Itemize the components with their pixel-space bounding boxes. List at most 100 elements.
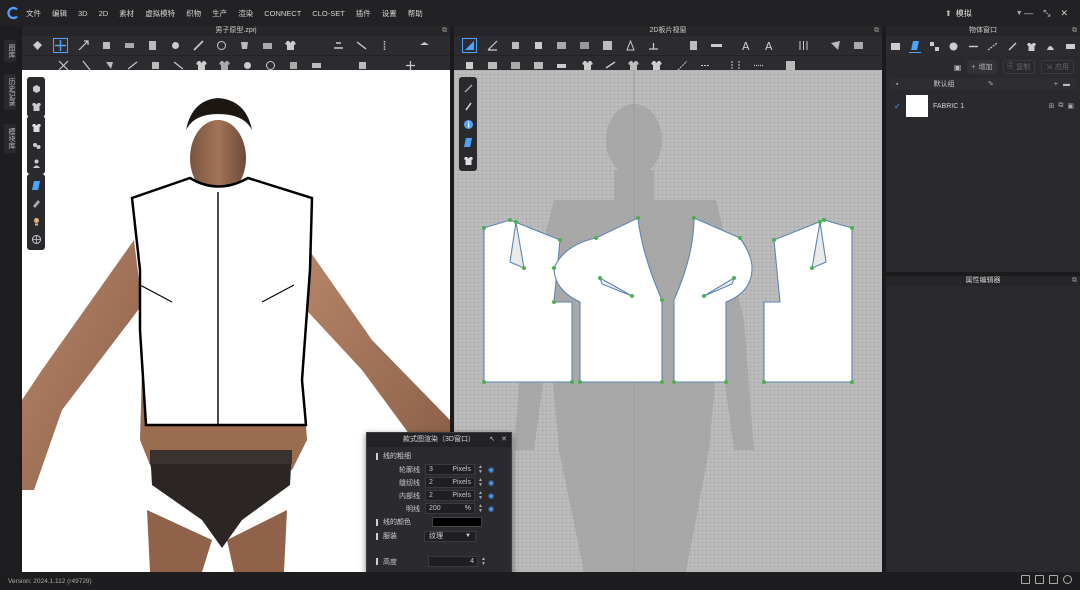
transform-tool-icon[interactable] (77, 39, 90, 52)
ruler-icon[interactable] (710, 39, 723, 52)
menu-file[interactable]: 文件 (26, 8, 41, 19)
text-tool-2-icon[interactable]: A (763, 39, 776, 52)
maximize-icon[interactable]: ⧉ (1072, 26, 1077, 36)
tab-history[interactable]: 历史记录 (4, 74, 16, 110)
button-tab-icon[interactable] (948, 39, 959, 53)
garment-2d-icon[interactable] (459, 151, 477, 169)
topstitch-input[interactable]: 200 % (425, 503, 475, 514)
trace-icon[interactable] (687, 39, 700, 52)
fabric-2d-icon[interactable] (459, 133, 477, 151)
graphic-tab-icon[interactable] (929, 39, 940, 53)
dialog-title-bar[interactable]: 款式图渲染（3D窗口） ↖ ✕ (367, 433, 511, 447)
globe-icon[interactable] (27, 230, 45, 248)
shirt-tool-icon[interactable] (284, 39, 297, 52)
garment-select[interactable]: 纹理 ▼ (424, 530, 476, 542)
add-group-icon[interactable]: + (1054, 81, 1058, 88)
minimize-icon[interactable]: — (1024, 8, 1033, 18)
scene-icon[interactable] (890, 39, 901, 53)
2d-transform-icon[interactable] (462, 38, 477, 53)
edit-point-icon[interactable] (486, 39, 499, 52)
brush-icon[interactable] (459, 97, 477, 115)
stepper-icon[interactable]: ▲ ▼ (478, 490, 483, 501)
text-tool-icon[interactable]: A (740, 39, 753, 52)
2d-view-icon[interactable] (1035, 575, 1044, 584)
menu-fabric[interactable]: 织物 (186, 8, 201, 19)
pen-icon[interactable] (459, 79, 477, 97)
menu-2d[interactable]: 2D (99, 9, 109, 18)
eye-icon[interactable]: ◉ (488, 505, 494, 513)
graphic-2d-icon[interactable] (829, 39, 842, 52)
dart-icon[interactable] (624, 39, 637, 52)
topstitch-tab-icon[interactable] (968, 39, 979, 53)
zipper-tool-icon[interactable] (378, 39, 391, 52)
info-icon[interactable] (459, 115, 477, 133)
notch-icon[interactable] (647, 39, 660, 52)
layout-icon[interactable] (1021, 575, 1030, 584)
3d-view-icon[interactable] (1049, 575, 1058, 584)
tab-library[interactable]: 图库 (4, 40, 16, 62)
move-tool-icon[interactable] (53, 38, 68, 53)
hanger-tool-icon[interactable] (418, 39, 431, 52)
select-mesh-tool-icon[interactable] (31, 39, 44, 52)
garment-fit-icon[interactable] (238, 39, 251, 52)
fabric-group-header[interactable]: ▪ 默认组 ✎ + ▬ (890, 78, 1076, 90)
eraser-icon[interactable] (27, 194, 45, 212)
stepper-icon[interactable]: ▲ ▼ (481, 556, 486, 567)
menu-clo-set[interactable]: CLO-SET (312, 9, 345, 18)
trim-tab-icon[interactable] (1026, 39, 1037, 53)
light-icon[interactable] (27, 212, 45, 230)
outline-input[interactable]: 3 Pixels (425, 464, 475, 475)
tab-modules[interactable]: 模块库 (4, 124, 16, 153)
menu-avatar[interactable]: 虚拟模特 (145, 8, 175, 19)
menu-edit[interactable]: 编辑 (52, 8, 67, 19)
show-avatar-icon[interactable] (27, 154, 45, 172)
folder-add-icon[interactable]: ▬ (1063, 81, 1070, 88)
menu-plugins[interactable]: 插件 (356, 8, 371, 19)
fabric-tab-icon[interactable] (909, 39, 921, 53)
eye-icon[interactable]: ◉ (488, 466, 494, 474)
refresh-icon[interactable] (1063, 575, 1072, 584)
pin-tool-icon[interactable] (169, 39, 182, 52)
fold-tool-icon[interactable] (100, 39, 113, 52)
pencil-icon[interactable]: ✎ (988, 80, 994, 88)
fabric-render-icon[interactable] (27, 176, 45, 194)
puckering-tab-icon[interactable] (1045, 39, 1056, 53)
close-icon[interactable]: ✕ (1060, 8, 1068, 19)
rectangle-icon[interactable] (555, 39, 568, 52)
edit-curvature-icon[interactable] (509, 39, 522, 52)
folder-icon[interactable]: ▣ (954, 63, 962, 72)
tack-tool-icon[interactable] (123, 39, 136, 52)
layer-tool-icon[interactable] (332, 39, 345, 52)
seamline-input[interactable]: 2 Pixels (425, 477, 475, 488)
line-color-swatch[interactable] (432, 517, 482, 527)
apply-to-selected-icon[interactable]: ⊞ (1049, 102, 1055, 110)
copy-button[interactable]: ⎘ 复制 (1002, 60, 1036, 74)
stepper-icon[interactable]: ▲ ▼ (478, 503, 483, 514)
maximize-icon[interactable]: ⧉ (874, 26, 879, 36)
eye-icon[interactable]: ◉ (488, 479, 494, 487)
add-button[interactable]: + 增加 (967, 60, 997, 74)
menu-connect[interactable]: CONNECT (264, 9, 301, 18)
eye-icon[interactable]: ◉ (488, 492, 494, 500)
maximize-icon[interactable]: ⧉ (442, 26, 447, 36)
menu-production[interactable]: 生产 (212, 8, 227, 19)
avatar-fit-icon[interactable] (261, 39, 274, 52)
menu-help[interactable]: 帮助 (408, 8, 423, 19)
stepper-icon[interactable]: ▲ ▼ (478, 477, 483, 488)
flip-tool-icon[interactable] (355, 39, 368, 52)
stepper-icon[interactable]: ▲ ▼ (478, 464, 483, 475)
duplicate-icon[interactable]: ⧉ (1058, 102, 1063, 110)
internal-line-input[interactable]: 2 Pixels (425, 490, 475, 501)
garment-display-icon[interactable] (27, 97, 45, 115)
workspace-selector[interactable]: ⬆ 模拟 ▼ (945, 0, 1023, 26)
show-pins-icon[interactable] (27, 136, 45, 154)
menu-render[interactable]: 渲染 (238, 8, 253, 19)
circle-icon[interactable] (578, 39, 591, 52)
arrange-tool-icon[interactable] (215, 39, 228, 52)
more-tab-icon[interactable] (1065, 39, 1076, 53)
internal-polygon-icon[interactable] (601, 39, 614, 52)
maximize-icon[interactable]: ⧉ (1072, 276, 1077, 286)
polygon-icon[interactable] (532, 39, 545, 52)
pin-dialog-icon[interactable]: ↖ (489, 433, 495, 447)
grading-icon[interactable] (797, 39, 810, 52)
